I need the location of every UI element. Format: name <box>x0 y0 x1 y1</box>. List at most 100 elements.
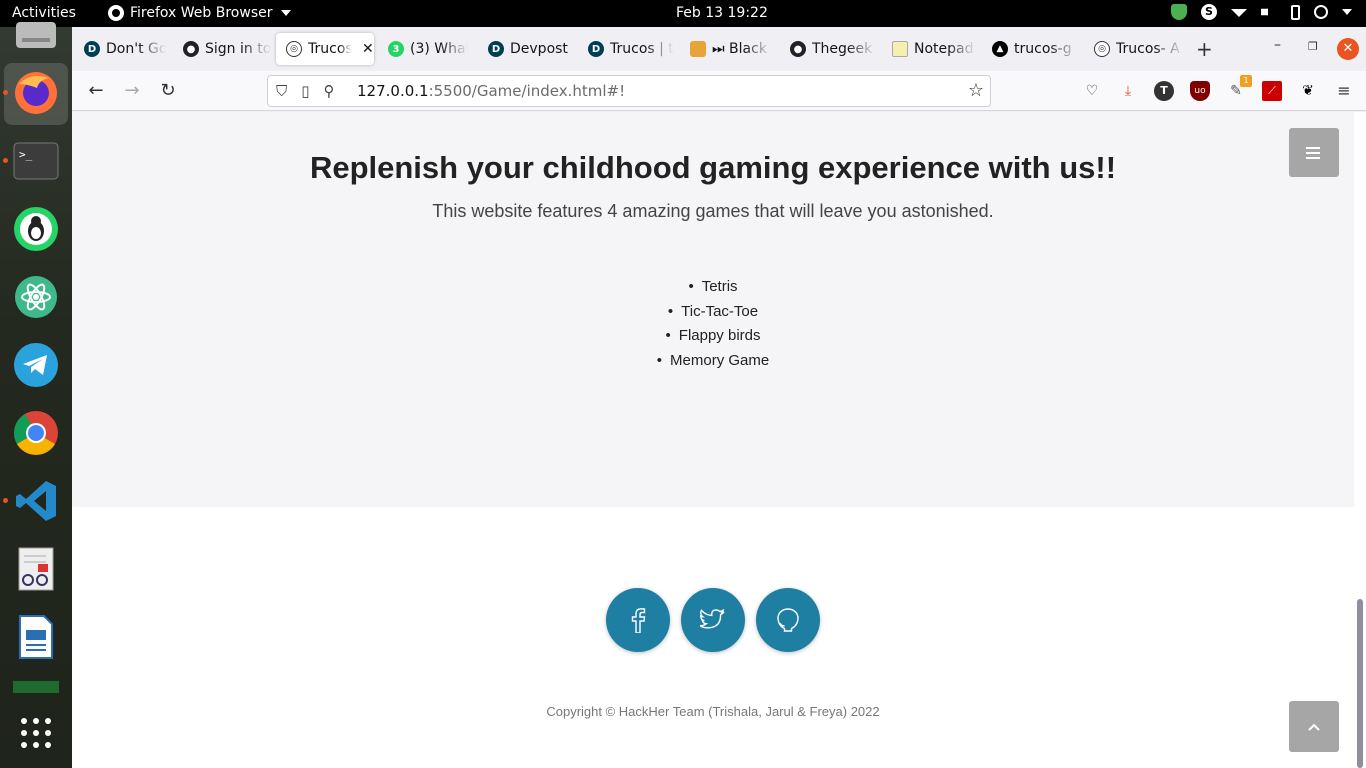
menu-button[interactable] <box>1289 128 1339 177</box>
gnome-icon[interactable]: ❦ <box>1298 81 1318 101</box>
devpost-icon: D <box>588 41 604 57</box>
page-heading: Replenish your childhood gaming experien… <box>309 150 1117 185</box>
minimize-button[interactable]: – <box>1274 37 1281 53</box>
hero-section: Replenish your childhood gaming experien… <box>72 112 1354 507</box>
scrollbar-thumb[interactable] <box>1357 599 1363 768</box>
app-menu-label: Firefox Web Browser <box>130 5 273 21</box>
github-icon: ● <box>790 41 806 57</box>
devpost-icon: D <box>488 41 504 57</box>
vscode-icon[interactable] <box>12 477 60 525</box>
libreoffice-writer-icon[interactable] <box>12 613 60 661</box>
facebook-button[interactable] <box>606 588 670 652</box>
files-icon[interactable] <box>12 13 60 61</box>
firefox-icon[interactable] <box>12 69 60 117</box>
firefox-window: D Don't Go ● Sign in to ◎ Trucos ✕ 3 (3)… <box>72 27 1366 768</box>
bookmark-star-icon[interactable]: ☆ <box>968 80 984 101</box>
hamburger-menu-icon[interactable]: ≡ <box>1334 81 1354 101</box>
firefox-icon <box>108 5 124 21</box>
svg-text:>_: >_ <box>19 148 33 161</box>
tab-label: Notepad <box>914 41 974 57</box>
clock[interactable]: Feb 13 19:22 <box>676 5 768 21</box>
globe-icon: ◎ <box>286 41 302 57</box>
maximize-button[interactable]: ❐ <box>1308 40 1318 53</box>
volume-icon[interactable] <box>1261 4 1274 20</box>
download-icon[interactable]: ⤓ <box>1118 81 1138 101</box>
system-tray[interactable]: S <box>1171 4 1352 20</box>
tab-devpost[interactable]: D Devpost <box>478 33 570 65</box>
games-list: Tetris Tic-Tac-Toe Flappy birds Memory G… <box>72 275 1354 373</box>
atom-icon[interactable] <box>12 273 60 321</box>
tab-whatsapp[interactable]: 3 (3) What <box>378 33 468 65</box>
hamburger-icon <box>1306 146 1320 159</box>
skype-icon[interactable]: S <box>1201 4 1217 20</box>
twitter-button[interactable] <box>681 588 745 652</box>
tab-thegeek[interactable]: ● Thegeek <box>780 33 876 65</box>
forward-button[interactable]: → <box>120 79 144 103</box>
tab-strip: D Don't Go ● Sign in to ◎ Trucos ✕ 3 (3)… <box>72 27 1366 71</box>
account-icon[interactable]: T <box>1154 81 1174 101</box>
telegram-icon[interactable] <box>12 341 60 389</box>
terminal-icon[interactable]: >_ <box>12 137 60 185</box>
tab-label: ⏭ Black <box>712 41 767 57</box>
github-icon <box>777 608 799 632</box>
ublock-icon[interactable]: uo <box>1190 81 1210 101</box>
tab-label: Trucos- A <box>1116 41 1180 57</box>
list-item: Tetris <box>72 275 1354 300</box>
list-item: Memory Game <box>72 349 1354 374</box>
tab-label: (3) What <box>410 41 468 57</box>
wifi-icon[interactable] <box>1231 9 1247 17</box>
back-to-top-button[interactable] <box>1289 701 1339 752</box>
tab-black[interactable]: ⏭ Black <box>680 33 772 65</box>
navigation-toolbar: ← → ↻ ⛉ ▯ ⚲ 127.0.0.1:5500/Game/index.ht… <box>72 71 1366 111</box>
app-icon[interactable] <box>12 673 60 693</box>
url-path: :5500/Game/index.html#! <box>428 82 626 100</box>
app-menu[interactable]: Firefox Web Browser <box>108 5 291 21</box>
new-tab-button[interactable]: + <box>1196 37 1213 61</box>
tab-label: Thegeek <box>812 41 873 57</box>
reload-button[interactable]: ↻ <box>156 79 180 103</box>
extension-icon[interactable]: ⟋ <box>1262 81 1282 101</box>
url-text[interactable]: 127.0.0.1:5500/Game/index.html#! <box>357 82 625 100</box>
shield-icon[interactable]: ⛉ <box>276 82 287 100</box>
tab-dont-go[interactable]: D Don't Go <box>74 33 166 65</box>
page-subheading: This website features 4 amazing games th… <box>432 201 994 221</box>
notepad-icon <box>892 41 908 57</box>
tab-trucos-active[interactable]: ◎ Trucos ✕ <box>276 33 374 65</box>
pocket-icon[interactable]: ♡ <box>1082 81 1102 101</box>
facebook-icon <box>631 608 646 633</box>
chrome-icon[interactable] <box>12 409 60 457</box>
running-indicator <box>3 90 8 95</box>
tab-trucos-g[interactable]: ▲ trucos-g <box>982 33 1078 65</box>
devpost-icon: D <box>84 41 100 57</box>
url-bar[interactable]: ⛉ ▯ ⚲ 127.0.0.1:5500/Game/index.html#! ☆ <box>267 75 991 107</box>
permissions-icon[interactable]: ⚲ <box>324 82 335 100</box>
tab-label: Sign in to <box>205 41 271 57</box>
close-icon[interactable]: ✕ <box>362 41 374 57</box>
vercel-icon: ▲ <box>992 41 1008 57</box>
running-indicator <box>3 158 8 163</box>
battery-icon[interactable] <box>1291 4 1300 20</box>
document-viewer-icon[interactable] <box>12 545 60 593</box>
globe-icon: ◎ <box>1094 41 1110 57</box>
tab-sign-in[interactable]: ● Sign in to <box>173 33 271 65</box>
github-button[interactable] <box>756 588 820 652</box>
tab-trucos-t[interactable]: D Trucos | t <box>578 33 674 65</box>
tab-trucos-a[interactable]: ◎ Trucos- A <box>1084 33 1184 65</box>
tab-label: trucos-g <box>1014 41 1072 57</box>
github-icon: ● <box>183 41 199 57</box>
page-icon[interactable]: ▯ <box>301 82 309 100</box>
extension-badge: 1 <box>1240 75 1252 87</box>
whatsapp-icon[interactable] <box>12 205 60 253</box>
chevron-down-icon[interactable] <box>1342 9 1352 15</box>
back-button[interactable]: ← <box>84 79 108 103</box>
tab-notepad[interactable]: Notepad <box>882 33 976 65</box>
power-icon[interactable] <box>1314 5 1328 19</box>
page-scrollbar[interactable] <box>1354 112 1366 768</box>
chevron-up-icon <box>1308 723 1320 731</box>
close-window-button[interactable]: ✕ <box>1337 38 1359 60</box>
running-indicator <box>3 498 8 503</box>
show-apps-icon[interactable] <box>12 709 60 757</box>
extension-badge-icon[interactable]: ✎ 1 <box>1226 75 1252 101</box>
list-item: Flappy birds <box>72 324 1354 349</box>
shield-icon[interactable] <box>1171 4 1187 20</box>
